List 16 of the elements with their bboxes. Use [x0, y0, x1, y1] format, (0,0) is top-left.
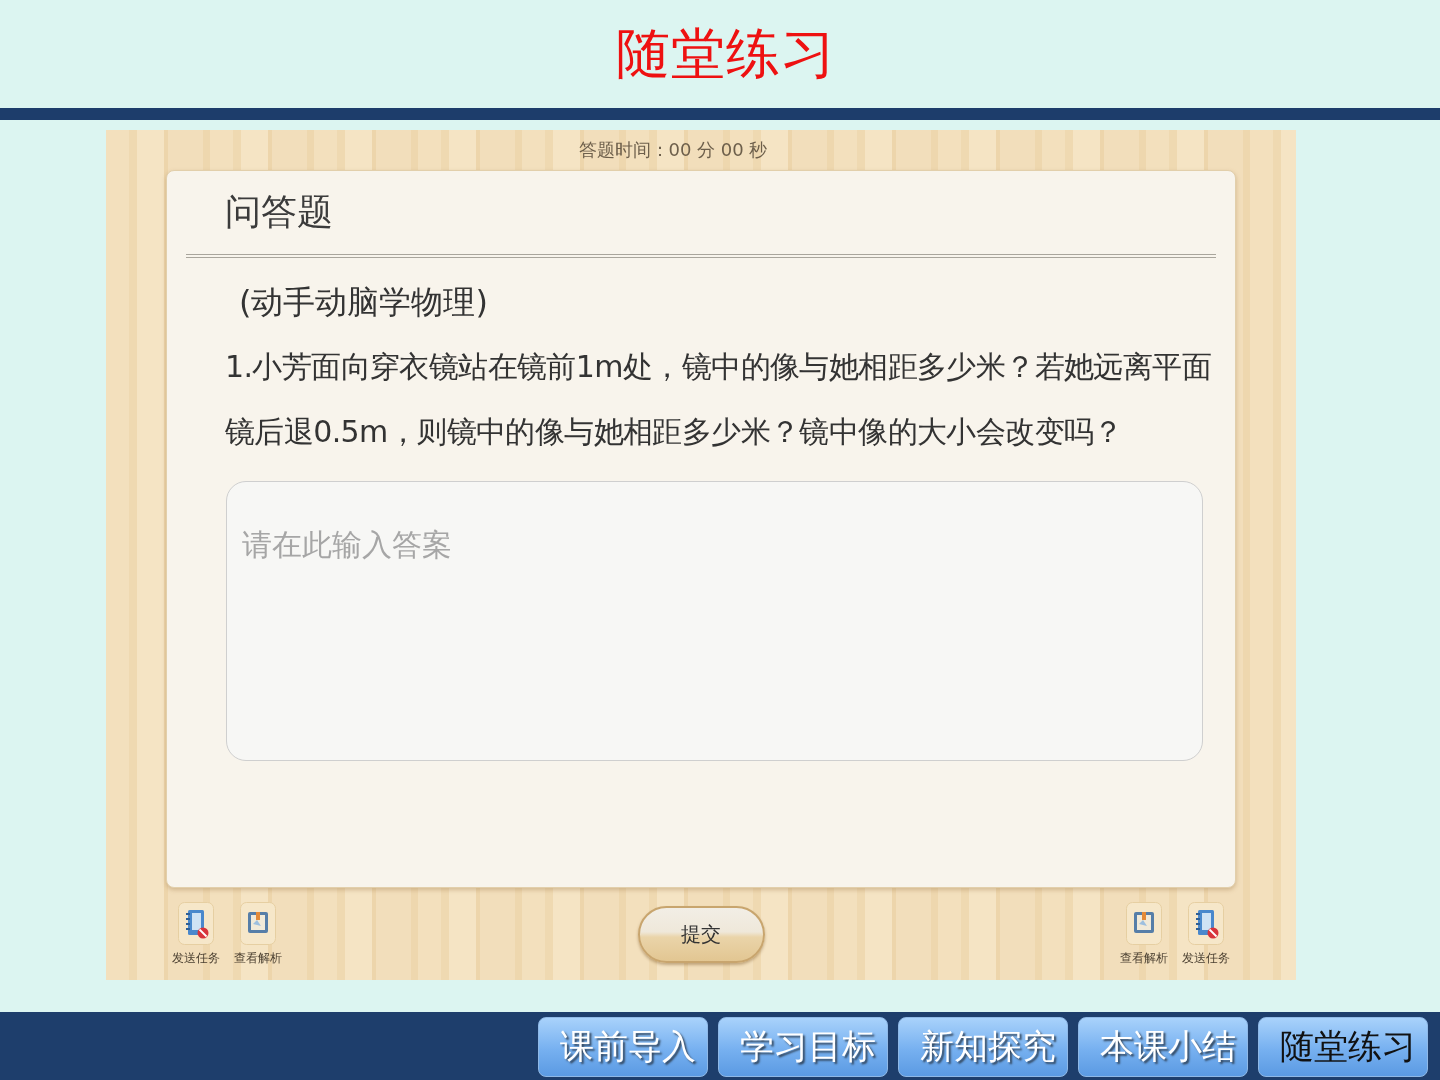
send-task-button[interactable]: 发送任务: [1182, 901, 1230, 967]
answer-timer: 答题时间：00 分 00 秒: [578, 138, 768, 162]
send-task-button[interactable]: 发送任务: [172, 901, 220, 967]
answer-field[interactable]: 请在此输入答案: [226, 481, 1203, 761]
view-analysis-button[interactable]: 查看解析: [234, 901, 282, 967]
question-source: (动手动脑学物理): [239, 282, 488, 323]
question-text: 1.小芳面向穿衣镜站在镜前1m处，镜中的像与她相距多少米？若她远离平面镜后退0.5m，则镜中的像与她相距多少米？镜中像的大小会改变吗？: [225, 348, 1212, 451]
notebook-icon: [1188, 901, 1224, 945]
slide-title: 随堂练习: [616, 23, 836, 85]
book-icon: [1126, 901, 1162, 945]
view-analysis-button[interactable]: 查看解析: [1120, 901, 1168, 967]
submit-button[interactable]: 提交: [637, 905, 765, 963]
book-icon: [240, 901, 276, 945]
nav-tab[interactable]: 随堂练习: [1258, 1017, 1428, 1077]
question-type-heading: 问答题: [225, 190, 333, 234]
notebook-icon: [178, 901, 214, 945]
